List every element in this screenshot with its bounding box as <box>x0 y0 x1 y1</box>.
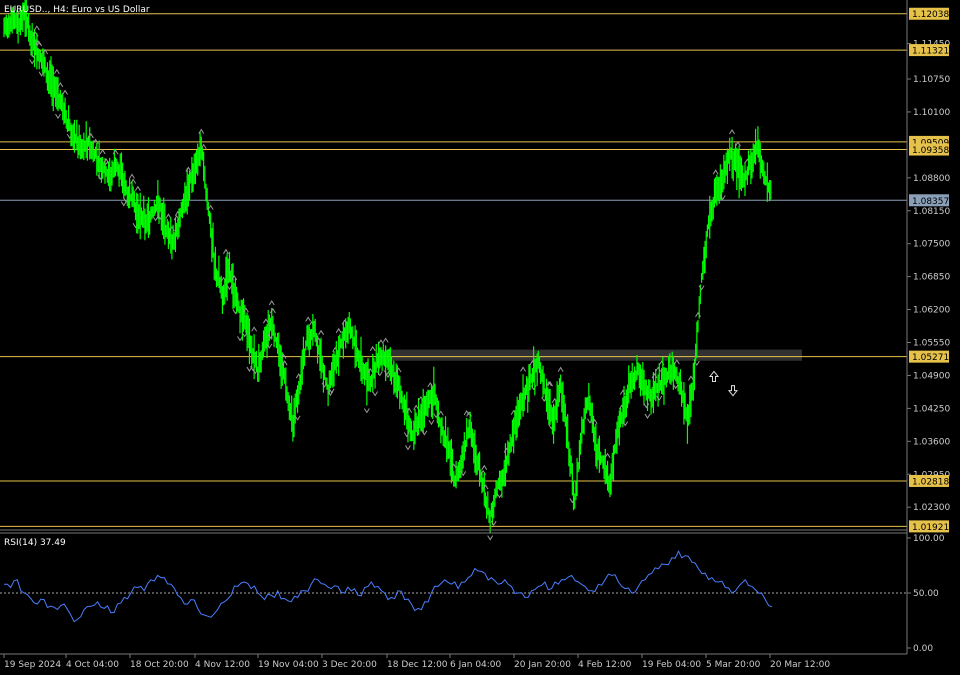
resistance-zone <box>380 349 802 361</box>
fractal-up-marker <box>268 300 275 306</box>
fractal-down-marker <box>428 419 435 426</box>
time-tick-label: 3 Dec 20:00 <box>322 660 377 670</box>
time-tick-label: 19 Feb 04:00 <box>642 660 701 670</box>
rsi-tick-label: 100.00 <box>913 534 945 544</box>
fractal-up-marker <box>712 169 719 175</box>
fractal-up-marker <box>382 337 389 343</box>
time-tick-label: 19 Sep 2024 <box>4 660 61 670</box>
fractal-up-marker <box>378 339 384 345</box>
fractal-up-marker <box>557 366 564 372</box>
time-tick-label: 20 Jan 20:00 <box>514 660 571 670</box>
rsi-title: RSI(14) 37.49 <box>4 538 66 548</box>
fractal-up-marker <box>735 141 741 147</box>
fractal-up-marker <box>305 316 312 322</box>
price-tick-label: 1.04900 <box>913 371 950 381</box>
price-tick-label: 1.07500 <box>913 240 950 250</box>
chart-canvas[interactable]: 1.114501.107501.101001.088001.081501.075… <box>0 0 960 675</box>
time-tick-label: 18 Oct 20:00 <box>130 660 189 670</box>
fractal-up-marker <box>134 185 141 191</box>
level-price-label: 1.05271 <box>912 353 949 363</box>
fractal-up-marker <box>369 345 376 352</box>
chart-title: EURUSD.., H4: Euro vs US Dollar <box>4 5 150 15</box>
rsi-tick-label: 50.00 <box>913 589 939 599</box>
fractal-down-marker <box>55 113 61 120</box>
level-price-label: 1.09358 <box>912 146 949 156</box>
fractal-down-marker <box>120 201 127 207</box>
arrow-down-icon <box>727 385 739 397</box>
fractal-down-marker <box>487 535 494 541</box>
price-tick-label: 1.10100 <box>913 108 950 118</box>
fractal-up-marker <box>198 128 205 134</box>
fractal-up-marker <box>33 25 40 31</box>
time-tick-label: 4 Nov 12:00 <box>195 660 250 670</box>
fractal-up-marker <box>520 366 526 372</box>
time-tick-label: 18 Dec 12:00 <box>387 660 448 670</box>
fractal-down-marker <box>421 430 428 436</box>
price-tick-label: 1.08800 <box>913 174 950 184</box>
price-tick-label: 1.08150 <box>913 207 950 217</box>
time-tick-label: 4 Feb 12:00 <box>578 660 632 670</box>
fractal-up-marker <box>129 173 135 179</box>
time-tick-label: 20 Mar 12:00 <box>770 660 830 670</box>
time-tick-label: 19 Nov 04:00 <box>258 660 319 670</box>
fractal-up-marker <box>318 329 324 335</box>
fractal-up-marker <box>99 149 106 155</box>
rsi-line <box>4 550 773 623</box>
fractal-down-marker <box>363 408 370 414</box>
fractal-up-marker <box>729 128 735 135</box>
fractal-up-marker <box>53 68 60 75</box>
fractal-up-marker <box>62 89 68 95</box>
level-price-label: 1.02818 <box>912 477 949 487</box>
level-price-label: 1.01921 <box>912 523 949 533</box>
price-tick-label: 1.03600 <box>913 437 950 447</box>
fractal-up-marker <box>335 327 342 334</box>
time-tick-label: 6 Jan 04:00 <box>450 660 502 670</box>
price-tick-label: 1.02300 <box>913 503 950 513</box>
fractal-up-marker <box>130 178 137 184</box>
fractal-up-marker <box>481 464 488 470</box>
level-price-label: 1.12038 <box>912 10 949 20</box>
rsi-tick-label: 0.00 <box>913 644 933 654</box>
fractal-down-marker <box>644 413 651 420</box>
fractal-down-marker <box>405 445 411 451</box>
arrow-up-icon <box>708 370 720 382</box>
current-price-label: 1.08357 <box>912 197 949 207</box>
fractal-up-marker <box>251 326 258 332</box>
price-tick-label: 1.06200 <box>913 306 950 316</box>
fractal-up-marker <box>223 248 229 254</box>
price-tick-label: 1.04250 <box>913 404 950 414</box>
time-tick-label: 4 Oct 04:00 <box>66 660 119 670</box>
price-tick-label: 1.10750 <box>913 75 950 85</box>
price-tick-label: 1.06850 <box>913 273 950 283</box>
fractal-down-marker <box>372 391 379 397</box>
time-tick-label: 5 Mar 20:00 <box>706 660 761 670</box>
price-tick-label: 1.05550 <box>913 339 950 349</box>
level-price-label: 1.11321 <box>912 47 949 57</box>
